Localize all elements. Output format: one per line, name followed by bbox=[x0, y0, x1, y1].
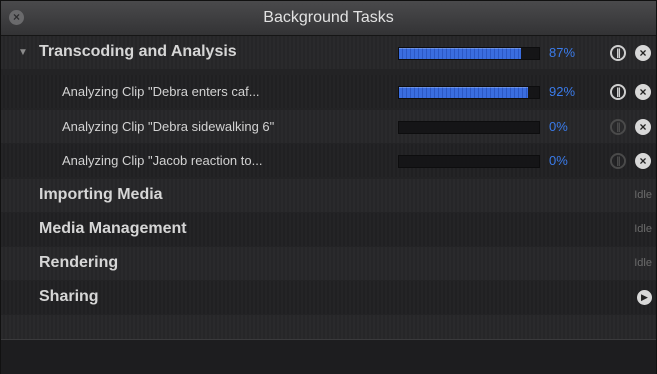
status-idle: Idle bbox=[634, 223, 652, 235]
task-row[interactable]: Analyzing Clip "Jacob reaction to... 0% … bbox=[1, 144, 656, 177]
cancel-icon[interactable]: × bbox=[635, 153, 651, 169]
progress-percent: 0% bbox=[549, 153, 568, 168]
group-row-transcoding[interactable]: ▼ Transcoding and Analysis 87% || × bbox=[1, 36, 656, 69]
pause-icon[interactable]: || bbox=[610, 45, 626, 61]
progress-fill bbox=[399, 48, 521, 59]
cancel-icon[interactable]: × bbox=[635, 45, 651, 61]
cancel-icon[interactable]: × bbox=[635, 84, 651, 100]
pause-icon: || bbox=[610, 153, 626, 169]
group-row-importing[interactable]: Importing Media Idle bbox=[1, 179, 656, 212]
group-row-rendering[interactable]: Rendering Idle bbox=[1, 247, 656, 280]
task-label: Analyzing Clip "Debra sidewalking 6" bbox=[62, 119, 275, 134]
background-tasks-window: × Background Tasks ▼ Transcoding and Ana… bbox=[0, 0, 657, 374]
progress-percent: 0% bbox=[549, 119, 568, 134]
progress-fill bbox=[399, 87, 528, 98]
group-label: Importing Media bbox=[39, 186, 163, 203]
task-list: ▼ Transcoding and Analysis 87% || × Anal… bbox=[1, 36, 656, 341]
group-label: Transcoding and Analysis bbox=[39, 43, 237, 60]
chevron-right-icon[interactable]: ▶ bbox=[637, 290, 652, 305]
disclosure-triangle-icon[interactable]: ▼ bbox=[18, 47, 28, 58]
window-title: Background Tasks bbox=[263, 9, 394, 26]
progress-bar bbox=[398, 86, 540, 99]
pause-icon[interactable]: || bbox=[610, 84, 626, 100]
progress-percent: 92% bbox=[549, 84, 576, 99]
empty-row bbox=[1, 315, 656, 341]
group-label: Rendering bbox=[39, 254, 119, 271]
footer-bar bbox=[1, 339, 656, 374]
task-label: Analyzing Clip "Debra enters caf... bbox=[62, 84, 260, 99]
cancel-icon[interactable]: × bbox=[635, 119, 651, 135]
title-bar: × Background Tasks bbox=[1, 1, 656, 36]
progress-bar bbox=[398, 155, 540, 168]
group-row-sharing[interactable]: Sharing ▶ bbox=[1, 281, 656, 314]
task-row[interactable]: Analyzing Clip "Debra enters caf... 92% … bbox=[1, 75, 656, 108]
progress-bar bbox=[398, 47, 540, 60]
status-idle: Idle bbox=[634, 257, 652, 269]
task-label: Analyzing Clip "Jacob reaction to... bbox=[62, 153, 263, 168]
pause-icon: || bbox=[610, 119, 626, 135]
progress-bar bbox=[398, 121, 540, 134]
group-label: Media Management bbox=[39, 220, 187, 237]
progress-percent: 87% bbox=[549, 45, 576, 60]
task-row[interactable]: Analyzing Clip "Debra sidewalking 6" 0% … bbox=[1, 110, 656, 143]
status-idle: Idle bbox=[634, 189, 652, 201]
group-label: Sharing bbox=[39, 288, 99, 305]
group-row-media-management[interactable]: Media Management Idle bbox=[1, 213, 656, 246]
